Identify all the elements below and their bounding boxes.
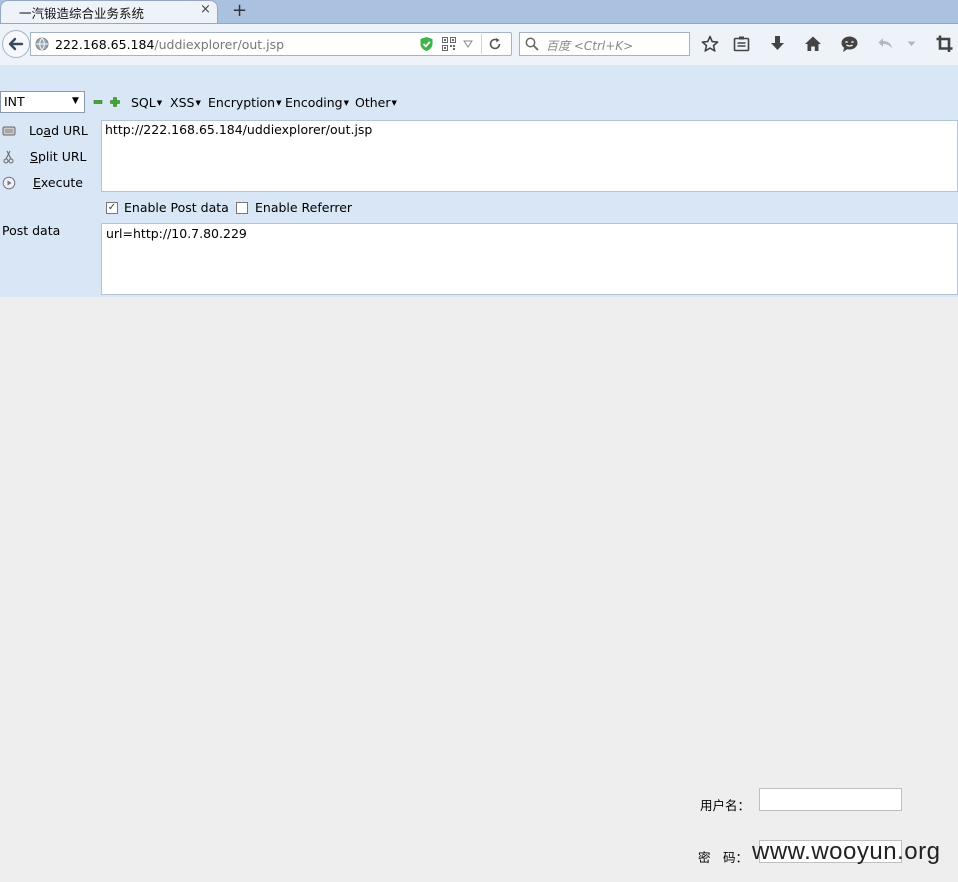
split-url-icon <box>3 150 14 164</box>
reload-icon[interactable] <box>488 37 502 51</box>
execute-icon <box>2 176 16 190</box>
download-icon[interactable] <box>769 35 786 53</box>
decrease-icon[interactable] <box>93 98 103 106</box>
reading-list-icon[interactable] <box>733 36 750 52</box>
watermark: www.wooyun.org <box>752 838 941 865</box>
execute-button[interactable]: Execute <box>0 175 100 193</box>
tab-title[interactable]: 一汽锻造综合业务系统 <box>19 3 144 22</box>
url-text[interactable]: 222.168.65.184/uddiexplorer/out.jsp <box>55 37 284 52</box>
url-textarea-value[interactable]: http://222.168.65.184/uddiexplorer/out.j… <box>105 122 372 137</box>
post-data-value[interactable]: url=http://10.7.80.229 <box>106 226 247 241</box>
new-tab-button[interactable]: + <box>232 0 247 22</box>
enable-post-checkbox[interactable]: ✓ <box>106 202 118 214</box>
back-arrow-icon <box>8 37 24 51</box>
caret-icon: ▼ <box>156 99 163 107</box>
caret-icon: ▼ <box>343 99 349 107</box>
chat-icon[interactable] <box>840 35 859 53</box>
password-label: 密 码： <box>698 850 749 865</box>
tab-close-icon[interactable]: × <box>200 2 211 17</box>
menu-encryption[interactable]: Encryption▼ <box>208 95 282 110</box>
post-data-label: Post data <box>2 223 61 238</box>
chevron-down-icon[interactable]: ▼ <box>72 96 79 106</box>
caret-icon: ▼ <box>195 99 201 107</box>
crop-icon[interactable] <box>936 35 953 53</box>
menu-encryption-label: Encryption <box>208 95 276 110</box>
dropdown-icon[interactable] <box>907 41 916 47</box>
menu-sql[interactable]: SQL▼ <box>131 95 162 110</box>
menu-sql-label: SQL <box>131 95 156 110</box>
enable-post-label[interactable]: Enable Post data <box>124 200 229 215</box>
search-icon <box>525 37 539 51</box>
history-dropdown-icon[interactable] <box>463 40 473 48</box>
load-url-icon <box>2 126 16 136</box>
url-path: /uddiexplorer/out.jsp <box>154 37 285 52</box>
search-placeholder[interactable]: 百度 <Ctrl+K> <box>546 37 633 54</box>
increase-icon[interactable] <box>110 97 120 107</box>
load-url-label: Load URL <box>29 123 88 138</box>
load-url-button[interactable]: Load URL <box>0 123 100 141</box>
split-url-button[interactable]: Split URL <box>0 149 100 167</box>
execute-label: Execute <box>33 175 83 190</box>
enable-referrer-checkbox[interactable] <box>236 202 248 214</box>
url-divider <box>481 34 482 54</box>
security-shield-icon <box>420 37 433 51</box>
split-url-label: Split URL <box>30 149 87 164</box>
menu-other[interactable]: Other▼ <box>355 95 397 110</box>
menu-xss[interactable]: XSS▼ <box>170 95 201 110</box>
menu-encoding[interactable]: Encoding▼ <box>285 95 349 110</box>
menu-xss-label: XSS <box>170 95 195 110</box>
enable-referrer-label[interactable]: Enable Referrer <box>255 200 352 215</box>
username-label: 用户名： <box>700 798 751 813</box>
qr-code-icon[interactable] <box>442 37 456 51</box>
url-host: 222.168.65.184 <box>55 37 155 52</box>
type-select-value[interactable]: INT <box>4 94 25 109</box>
globe-icon <box>35 37 49 51</box>
menu-other-label: Other <box>355 95 391 110</box>
caret-icon: ▼ <box>391 99 397 107</box>
home-icon[interactable] <box>804 35 822 53</box>
username-input[interactable] <box>759 788 902 811</box>
star-icon[interactable] <box>701 35 719 53</box>
undo-icon[interactable] <box>877 36 894 52</box>
back-button[interactable] <box>2 30 30 58</box>
menu-encoding-label: Encoding <box>285 95 343 110</box>
caret-icon: ▼ <box>276 99 282 107</box>
